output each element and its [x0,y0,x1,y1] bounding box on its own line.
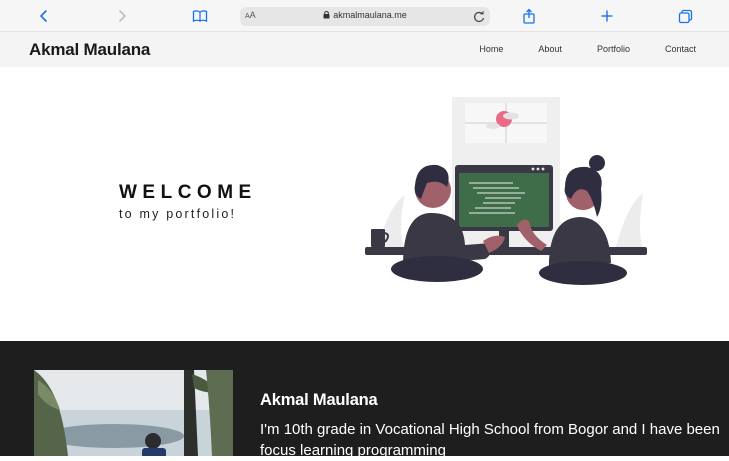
nav-links: Home About Portfolio Contact [444,44,696,54]
about-section: Akmal Maulana I'm 10th grade in Vocation… [0,341,729,459]
site-navbar: Akmal Maulana Home About Portfolio Conta… [0,32,729,67]
hero-title: WELCOME [119,182,257,203]
nav-link-home[interactable]: Home [479,44,503,54]
site-brand[interactable]: Akmal Maulana [29,40,150,60]
tabs-icon[interactable] [675,6,695,26]
about-name: Akmal Maulana [260,391,378,409]
new-tab-icon[interactable] [597,6,617,26]
reload-icon[interactable] [472,9,486,28]
mug-icon [371,229,385,247]
forward-icon[interactable] [112,6,132,26]
hero-subtitle: to my portfolio! [119,207,237,221]
profile-photo [34,370,233,456]
nav-link-contact[interactable]: Contact [665,44,696,54]
nav-link-portfolio[interactable]: Portfolio [597,44,630,54]
back-icon[interactable] [34,6,54,26]
about-description: I'm 10th grade in Vocational High School… [260,421,720,459]
hero-section: WELCOME to my portfolio! [0,67,729,341]
bookmarks-icon[interactable] [190,6,210,26]
lock-icon [323,10,330,21]
coding-team-illustration [365,97,647,285]
browser-toolbar: AA akmalmaulana.me [0,0,729,32]
nav-link-about[interactable]: About [538,44,562,54]
share-icon[interactable] [519,6,539,26]
url-text: akmalmaulana.me [333,10,407,20]
address-bar[interactable]: AA akmalmaulana.me [240,7,490,26]
url-display: akmalmaulana.me [240,10,490,21]
